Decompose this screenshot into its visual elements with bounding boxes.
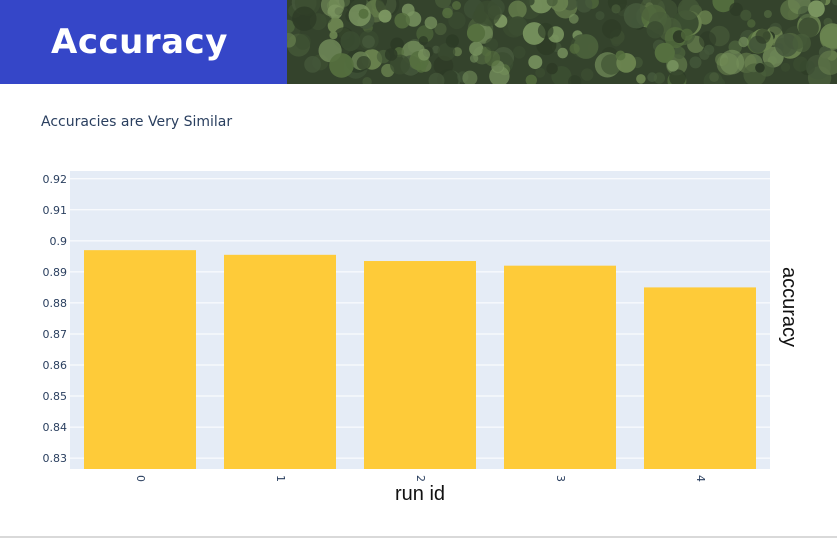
tree-crown	[780, 0, 801, 21]
tree-crown	[720, 57, 729, 67]
tree-crown	[763, 10, 772, 18]
tree-crown	[469, 41, 484, 56]
header-banner: Accuracy	[0, 0, 837, 84]
tree-crown	[294, 33, 311, 50]
tree-crown	[636, 74, 646, 84]
y-axis-label: accuracy	[778, 267, 800, 347]
tree-crown	[394, 12, 410, 29]
tree-crown	[356, 56, 371, 71]
tree-crown	[466, 23, 486, 43]
tree-crown	[474, 0, 501, 27]
tree-crown	[442, 7, 453, 19]
y-tick-label: 0.91	[43, 204, 68, 217]
tree-crown	[615, 50, 626, 61]
tree-crown	[358, 8, 369, 19]
y-tick-label: 0.84	[43, 421, 68, 434]
y-tick-labels: 0.83 0.84 0.85 0.86 0.87 0.88 0.89 0.9 0.91 0.92	[43, 173, 68, 465]
tree-crown	[568, 13, 579, 24]
tree-crown	[528, 55, 543, 70]
x-axis-label: run id	[395, 483, 445, 505]
bar-chart: 0.830.840.850.860.870.880.890.90.910.92 …	[43, 171, 800, 505]
tree-crown	[485, 38, 499, 51]
y-tick-label: 0.89	[43, 266, 68, 279]
tree-crown	[452, 1, 461, 10]
y-tick-label: 0.92	[43, 173, 68, 186]
tree-crown	[595, 11, 605, 21]
bar-run-1[interactable]	[224, 254, 336, 469]
page-title: Accuracy	[51, 22, 228, 62]
tree-crown	[362, 35, 375, 49]
tree-crown	[646, 21, 664, 39]
tree-crown	[418, 36, 428, 46]
tree-crown	[738, 36, 749, 48]
tree-crown	[508, 0, 527, 19]
tree-crown	[703, 44, 715, 55]
y-tick-label: 0.87	[43, 328, 68, 341]
x-tick-label: 2	[414, 475, 427, 482]
tree-crown	[512, 46, 526, 59]
tree-crown	[611, 36, 622, 47]
tree-crown	[793, 56, 809, 72]
tree-crown	[569, 43, 580, 54]
tree-crown	[689, 56, 702, 69]
tree-crown	[755, 63, 765, 73]
y-tick-label: 0.88	[43, 297, 68, 310]
chart-title: Accuracies are Very Similar	[41, 114, 233, 130]
tree-crown	[329, 31, 338, 40]
y-tick-label: 0.86	[43, 359, 68, 372]
forest-banner-image	[287, 0, 837, 84]
y-tick-label: 0.83	[43, 452, 68, 465]
tree-crown	[709, 72, 719, 82]
tree-crown	[654, 42, 675, 63]
tree-crown	[611, 4, 621, 14]
tree-crown	[384, 48, 398, 61]
title-box: Accuracy	[0, 0, 287, 84]
tree-crown	[292, 6, 317, 31]
x-tick-label: 1	[274, 475, 287, 482]
tree-crown	[469, 54, 479, 63]
tree-crown	[557, 47, 568, 59]
tree-crown	[340, 31, 361, 52]
x-tick-label: 3	[554, 475, 567, 482]
tree-crown	[602, 19, 622, 39]
tree-crown	[418, 48, 430, 61]
tree-crown	[653, 72, 665, 84]
tree-crown	[667, 60, 679, 72]
tree-crown	[537, 22, 554, 39]
tree-crown	[415, 62, 427, 73]
tree-crown	[378, 9, 392, 23]
x-tick-label: 0	[134, 475, 147, 482]
tree-crown	[792, 33, 811, 53]
x-tick-labels: 0 1 2 3 4	[134, 475, 707, 482]
tree-crown	[445, 34, 459, 48]
x-tick-label: 4	[694, 475, 707, 482]
tree-crown	[581, 68, 594, 81]
tree-crown	[304, 56, 321, 73]
bar-run-0[interactable]	[84, 250, 196, 469]
tree-crown	[780, 62, 791, 72]
y-tick-label: 0.9	[50, 235, 68, 248]
tree-crown	[424, 16, 438, 30]
tree-crown	[535, 67, 546, 78]
tree-crown	[740, 9, 752, 21]
bar-run-3[interactable]	[504, 265, 616, 469]
tree-crown	[808, 0, 825, 18]
bar-run-2[interactable]	[364, 261, 476, 469]
y-tick-label: 0.85	[43, 390, 68, 403]
tree-crown	[747, 19, 756, 28]
tree-crown	[546, 62, 558, 75]
bar-run-4[interactable]	[644, 287, 756, 469]
tree-crown	[755, 28, 771, 44]
tree-crown	[329, 53, 354, 78]
tree-crown	[680, 28, 693, 41]
